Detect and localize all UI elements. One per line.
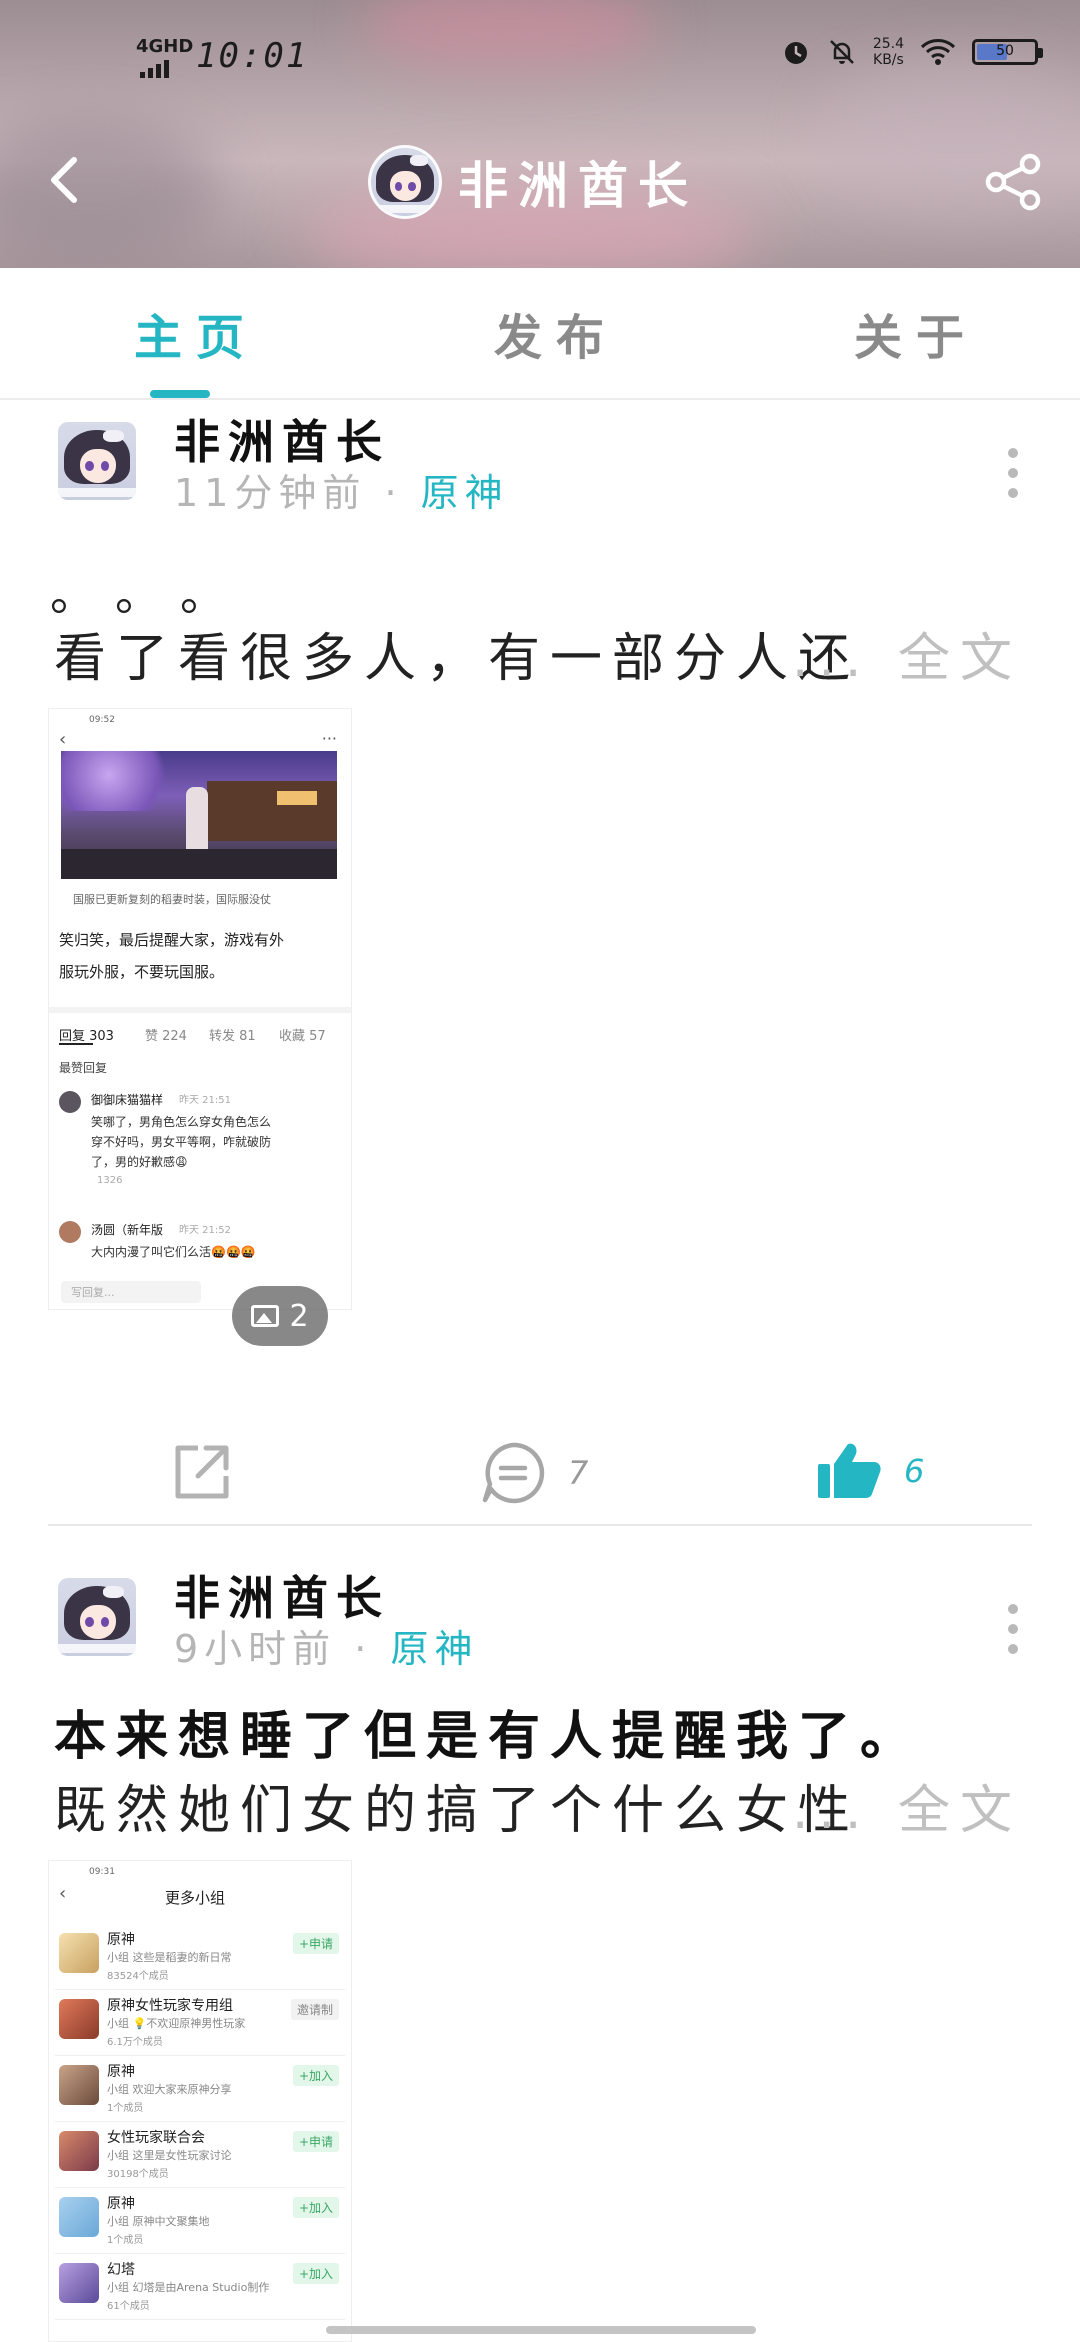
profile-header: 4GHD 10:01 25.4 KB/s 50 非洲酋长 [0, 0, 1080, 268]
header-avatar [368, 145, 442, 219]
header-title-group: 非洲酋长 [368, 144, 698, 220]
thumb-game-screenshot [61, 751, 337, 879]
thumb-c2-name: 汤圆（新年版 [91, 1223, 164, 1237]
more-options-icon[interactable] [1008, 448, 1020, 508]
thumb-tab3: 转发 81 [209, 1029, 256, 1044]
thumb-tab2: 赞 224 [145, 1029, 187, 1044]
network-type: 4GHD [136, 36, 194, 57]
list-item: 原神 小组 原神中文聚集地 1个成员 +加入 [55, 2187, 345, 2254]
thumb-status: 09:31 [89, 1867, 115, 1877]
list-item: 幻塔 小组 幻塔是由Arena Studio制作 61个成员 +加入 [55, 2253, 345, 2320]
thumb-c1-text1: 笑哪了，男角色怎么穿女角色怎么 [91, 1115, 272, 1129]
thumb-back-icon: ‹ [59, 1883, 67, 1904]
image-icon [251, 1305, 280, 1327]
external-share-icon [175, 1445, 229, 1499]
post-text-line1: 。。。 [50, 567, 268, 621]
repost-button[interactable] [170, 1440, 234, 1504]
comment-count: 7 [568, 1454, 589, 1492]
like-button[interactable]: 6 [816, 1440, 924, 1502]
mute-bell-icon [829, 40, 854, 64]
thumb-caption: 国服已更新复刻的稻妻时装，国际服没仗 [73, 893, 271, 906]
back-arrow-icon[interactable] [40, 150, 90, 210]
list-item: 原神女性玩家专用组 小组 💡不欢迎原神男性玩家 6.1万个成员 邀请制 [55, 1989, 345, 2056]
list-item: 女性玩家联合会 小组 这里是女性玩家讨论 30198个成员 +申请 [55, 2121, 345, 2188]
game-tag[interactable]: 原神 [390, 1627, 478, 1671]
thumb-more-icon: ··· [321, 729, 337, 748]
author-avatar[interactable] [58, 422, 136, 500]
post-text-line2[interactable]: 看了看很多人，有一部分人还 [54, 616, 860, 691]
thumb-c1-name: 御御床猫猫样 [91, 1093, 164, 1107]
thumbs-up-icon [818, 1443, 881, 1498]
thumb-c2-text: 大内内漫了叫它们么活🤬🤬🤬 [91, 1245, 256, 1259]
post-time: 11分钟前 [174, 471, 367, 515]
game-tag[interactable]: 原神 [421, 471, 509, 515]
signal-icon [140, 60, 169, 78]
thumb-reply-placeholder: 写回复... [71, 1286, 115, 1299]
post-divider [48, 1524, 1032, 1526]
thumb-c1-time: 昨天 21:51 [179, 1095, 231, 1106]
thumb-c2-time: 昨天 21:52 [179, 1225, 231, 1236]
thumb-body2: 服玩外服，不要玩国服。 [59, 963, 225, 981]
alarm-icon [784, 42, 807, 64]
post-actions: 7 6 [0, 1420, 1080, 1520]
battery-icon: 50 [972, 39, 1043, 65]
wifi-icon [920, 39, 956, 65]
thumb-back-icon: ‹ [59, 729, 67, 750]
thumb-tab1: 回复 303 [59, 1029, 114, 1044]
like-count: 6 [904, 1452, 925, 1490]
tab-publish[interactable]: 发布 [494, 298, 618, 368]
post-time: 9小时前 [174, 1627, 337, 1671]
thumb-status: 09:52 [89, 715, 115, 725]
author-avatar[interactable] [58, 1578, 136, 1656]
thumb-c1-likes: 1326 [97, 1175, 123, 1186]
thumb-title: 更多小组 [165, 1889, 226, 1907]
full-text-link[interactable]: ... 全文 [792, 616, 1022, 691]
post-text-line2[interactable]: 既然她们女的搞了个什么女性 [54, 1768, 860, 1843]
tab-home[interactable]: 主页 [134, 298, 258, 368]
comment-icon [482, 1442, 545, 1504]
network-speed: 25.4 KB/s [872, 36, 904, 68]
comment-button[interactable]: 7 [480, 1440, 588, 1506]
clock: 10:01 [196, 36, 309, 76]
post-image-thumbnail[interactable]: 09:31 ‹ 更多小组 原神 小组 这些是稻妻的新日常 83524个成员 +申… [48, 1860, 352, 2342]
home-indicator[interactable] [326, 2326, 756, 2334]
thumb-body1: 笑归笑，最后提醒大家，游戏有外 [59, 931, 285, 949]
status-bar: 4GHD 10:01 25.4 KB/s 50 [0, 28, 1080, 88]
tab-about[interactable]: 关于 [854, 298, 978, 368]
share-icon[interactable] [982, 150, 1046, 214]
profile-tabs: 主页 发布 关于 [0, 268, 1080, 400]
post-meta: 11分钟前 · 原神 [174, 471, 509, 515]
post-image-thumbnail[interactable]: 09:52 ‹ ··· 国服已更新复刻的稻妻时装，国际服没仗 笑归笑，最后提醒大… [48, 708, 352, 1310]
thumb-c1-text2: 穿不好吗，男女平等啊，咋就破防 [91, 1135, 272, 1149]
post-meta: 9小时前 · 原神 [174, 1627, 479, 1671]
tab-indicator [150, 390, 210, 398]
full-text-link[interactable]: ... 全文 [792, 1768, 1022, 1843]
more-options-icon[interactable] [1008, 1604, 1020, 1664]
list-item: 原神 小组 这些是稻妻的新日常 83524个成员 +申请 [55, 1923, 345, 1990]
thumb-tab4: 收藏 57 [279, 1029, 326, 1044]
post-text-line1[interactable]: 本来想睡了但是有人提醒我了。 [54, 1694, 922, 1769]
thumb-c1-text3: 了，男的好歉感😩 [91, 1155, 188, 1169]
thumb-hot: 最赞回复 [59, 1061, 108, 1075]
list-item: 原神 小组 欢迎大家来原神分享 1个成员 +加入 [55, 2055, 345, 2122]
image-count-badge[interactable]: 2 [232, 1286, 328, 1346]
page-title: 非洲酋长 [458, 157, 698, 215]
